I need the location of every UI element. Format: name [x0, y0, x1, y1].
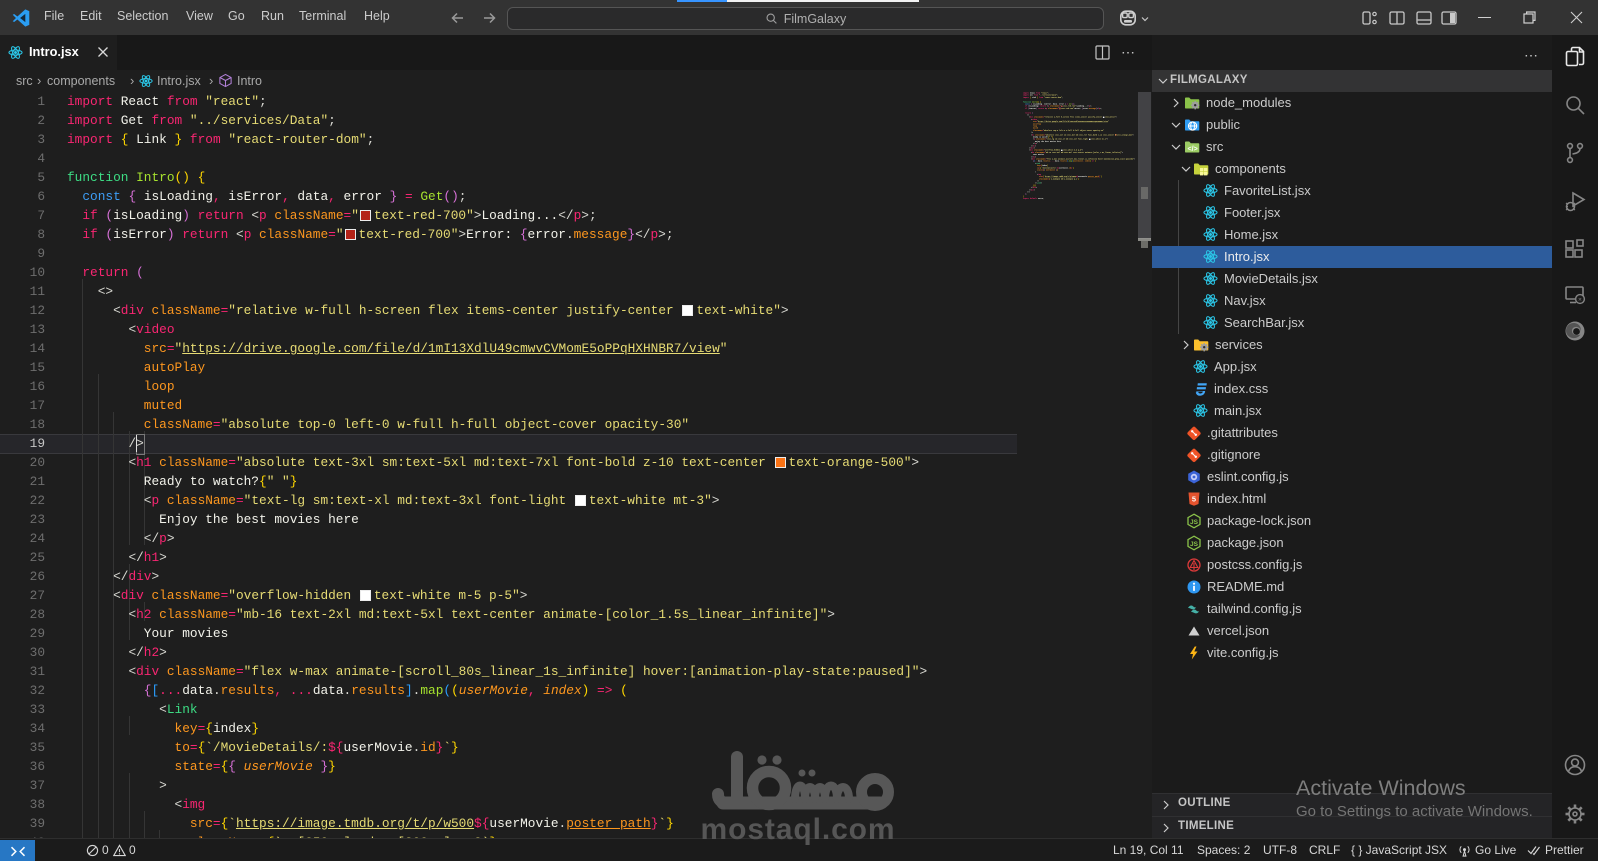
svg-text:×: × [1578, 297, 1582, 304]
svg-text:JS: JS [1190, 519, 1199, 526]
svg-text:JS: JS [1190, 541, 1199, 548]
svg-text:5: 5 [1192, 495, 1196, 504]
svg-text:</>: </> [1188, 146, 1198, 153]
